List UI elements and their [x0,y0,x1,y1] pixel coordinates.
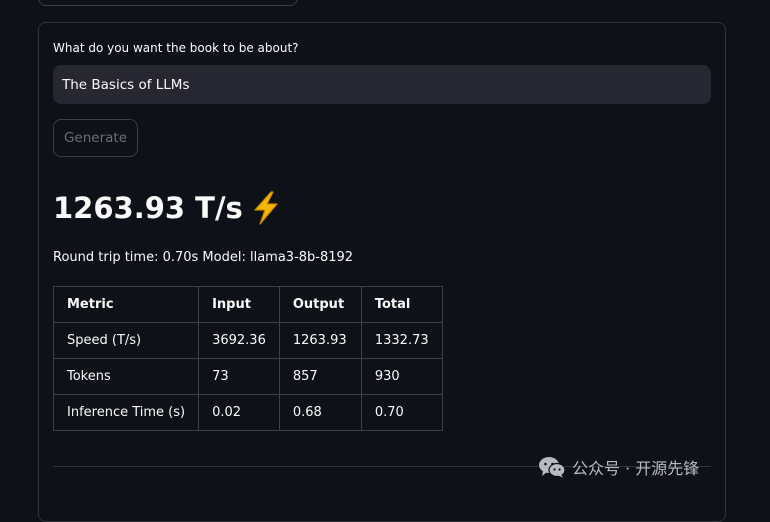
watermark-text: 公众号 · 开源先锋 [572,459,700,478]
table-cell: 930 [360,358,443,395]
lightning-bolt-icon [254,191,278,225]
table-header-row: Metric Input Output Total [52,286,443,323]
header-total: Total [360,286,443,323]
generate-button[interactable]: Generate [53,119,138,157]
table-cell: 0.68 [278,394,362,431]
book-topic-input[interactable] [53,65,711,104]
table-row: Tokens 73 857 930 [52,358,443,395]
prompt-label: What do you want the book to be about? [53,41,299,55]
wechat-icon [539,457,566,478]
table-cell: 3692.36 [198,322,280,359]
watermark: 公众号 · 开源先锋 [538,455,699,479]
round-trip-stats: Round trip time: 0.70s Model: llama3-8b-… [53,250,354,265]
table-cell: Tokens [52,358,200,395]
table-cell: 1263.93 [278,322,362,359]
table-cell: 73 [198,358,280,395]
previous-element-edge [38,0,298,6]
table-cell: Speed (T/s) [52,322,200,359]
table-cell: 857 [278,358,362,395]
speed-heading: 1263.93 T/s [53,188,281,228]
metrics-table: Metric Input Output Total Speed (T/s) 36… [52,286,443,431]
table-cell: 0.70 [360,394,443,431]
header-output: Output [278,286,362,323]
table-cell: 0.02 [198,394,280,431]
speed-value: 1263.93 T/s [53,191,243,225]
table-cell: 1332.73 [360,322,443,359]
table-row: Speed (T/s) 3692.36 1263.93 1332.73 [52,322,443,359]
table-row: Inference Time (s) 0.02 0.68 0.70 [52,394,443,431]
header-input: Input [198,286,280,323]
table-cell: Inference Time (s) [52,394,200,431]
header-metric: Metric [52,286,200,323]
